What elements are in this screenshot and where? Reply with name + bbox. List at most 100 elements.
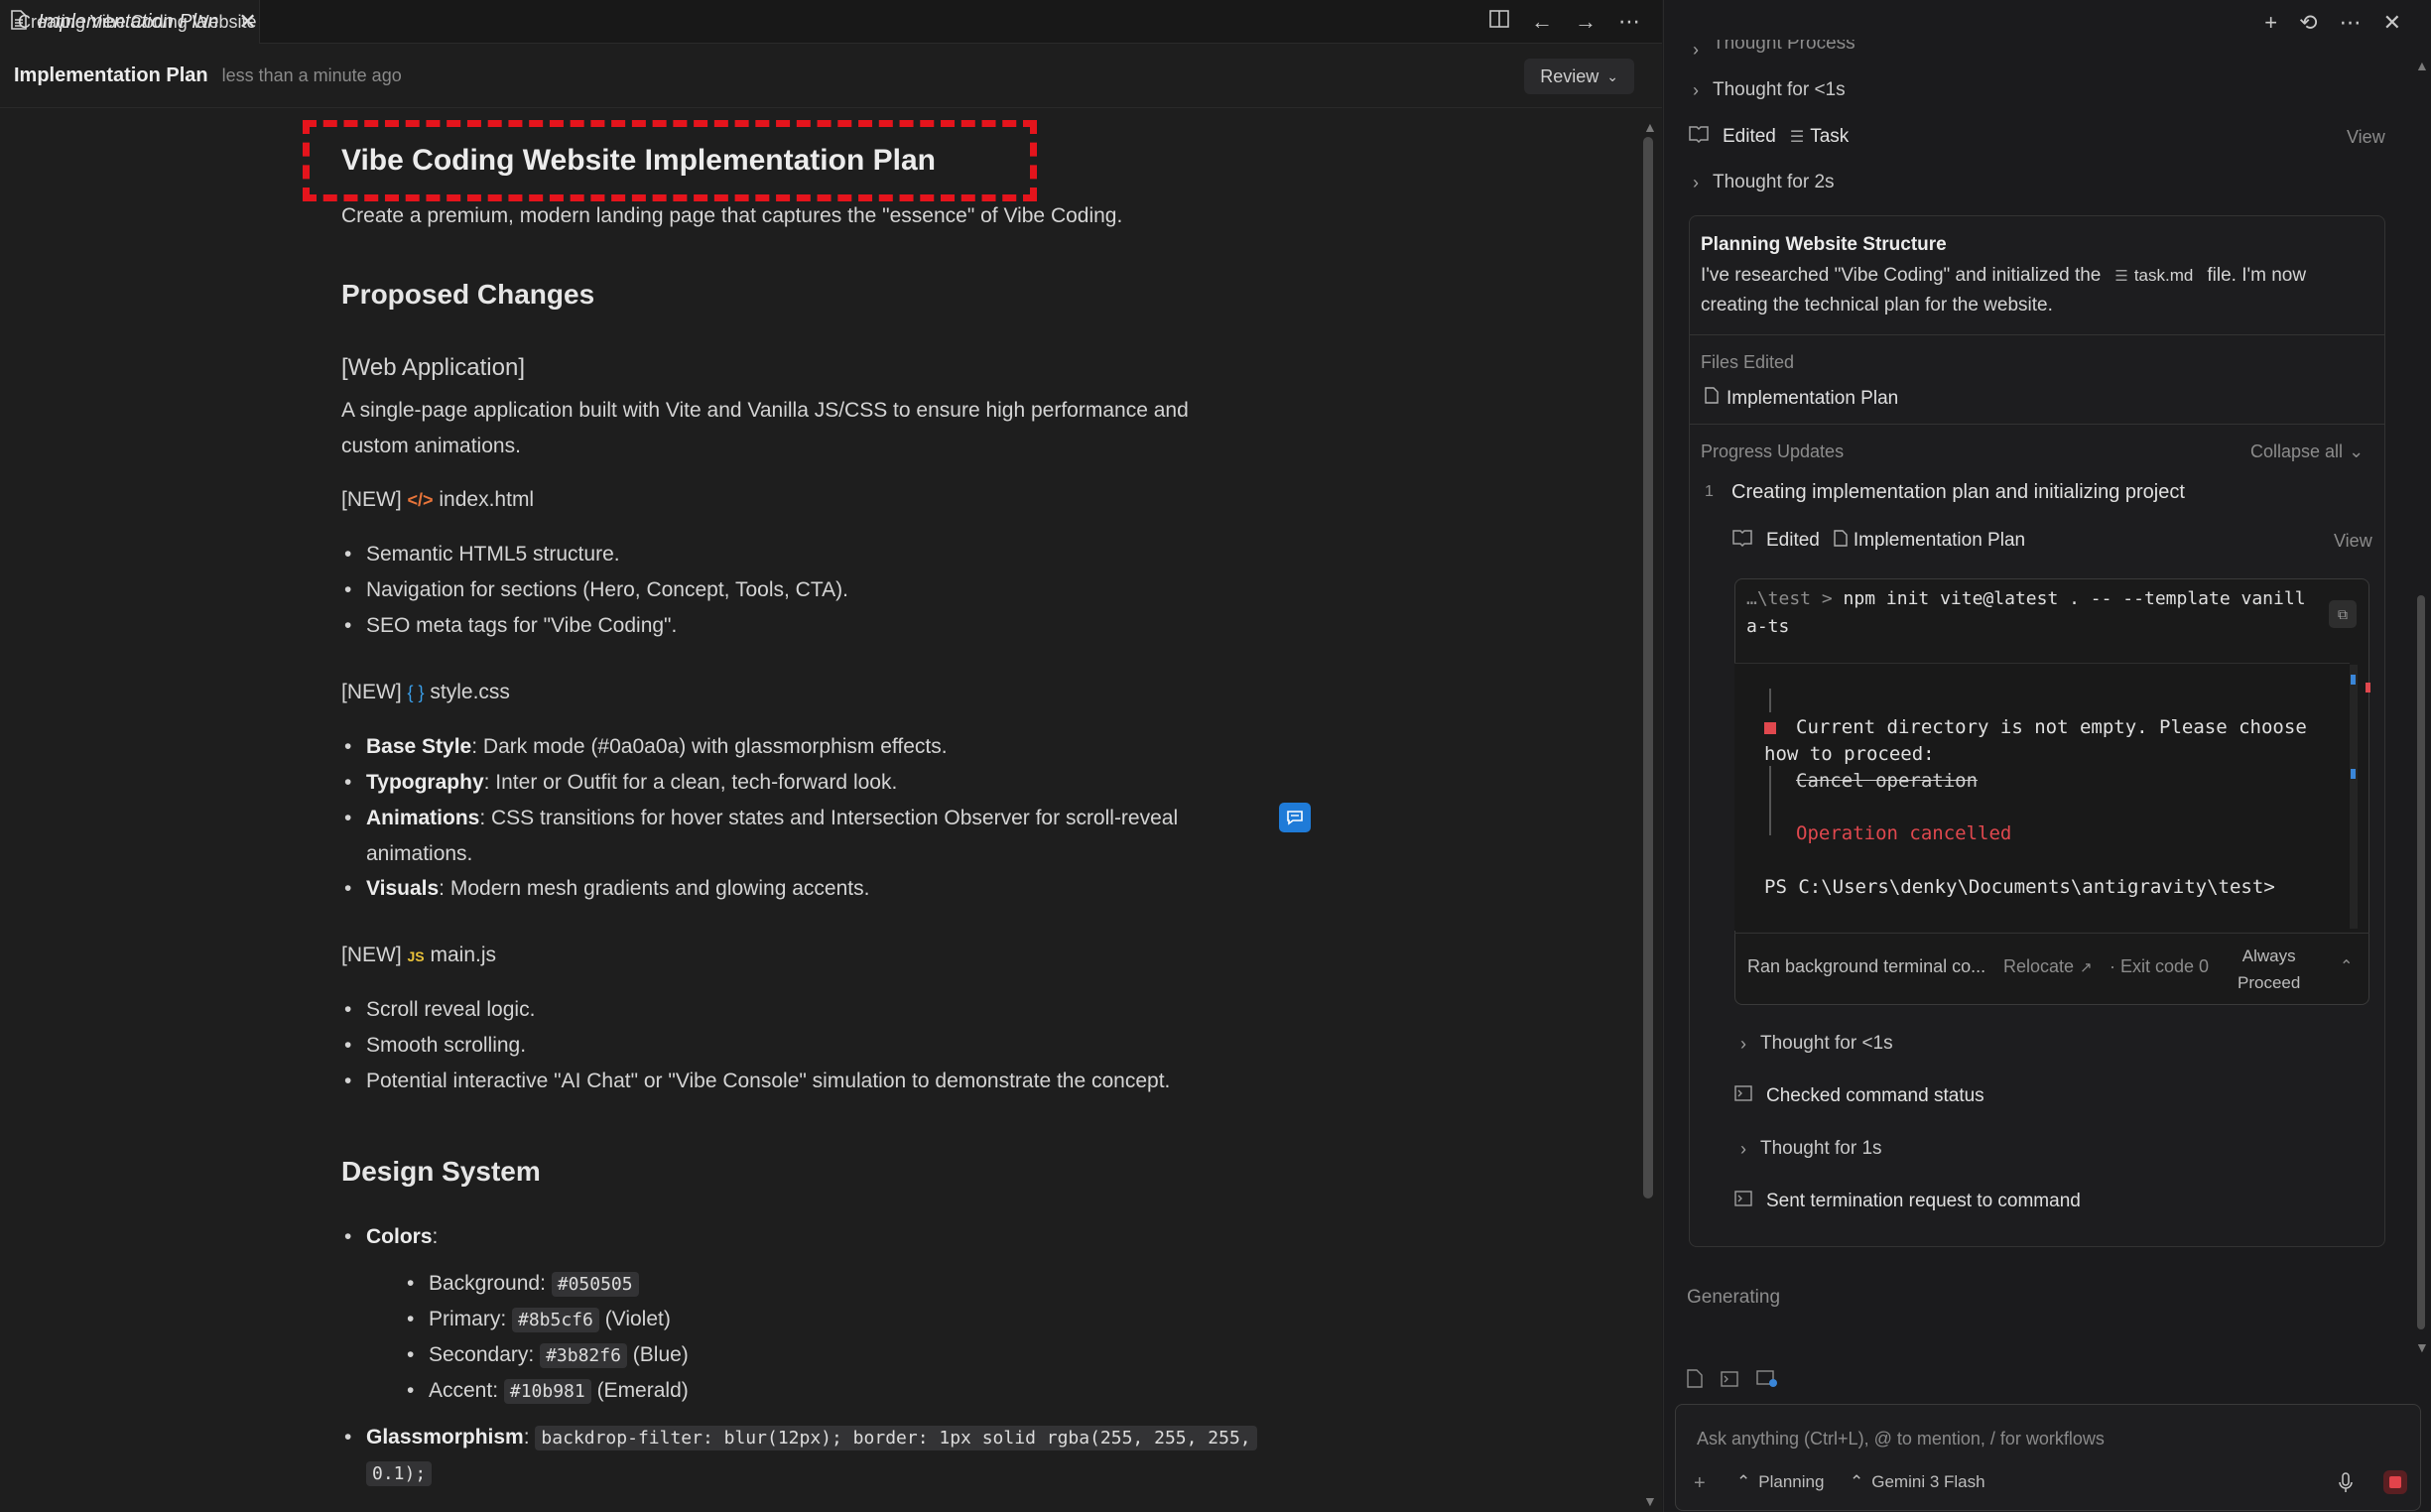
file-link-main-js[interactable]: main.js	[430, 944, 496, 966]
checked-status-row[interactable]: Checked command status	[1734, 1085, 1984, 1107]
panel-scrollbar[interactable]	[2417, 595, 2425, 1329]
thought-row[interactable]: › Thought for <1s	[1740, 1033, 1893, 1055]
file-entry-main-js: [NEW] JS main.js	[341, 938, 496, 974]
thought-row[interactable]: › Thought for <1s	[1693, 79, 1846, 101]
file-icon[interactable]	[1687, 1369, 1703, 1394]
thought-process-row[interactable]: › Thought Process	[1693, 40, 1855, 60]
list-item: Animations: CSS transitions for hover st…	[344, 801, 1178, 836]
plus-icon[interactable]: +	[2264, 10, 2277, 36]
more-icon[interactable]: ⋯	[2340, 10, 2362, 36]
stop-button[interactable]	[2383, 1470, 2407, 1494]
add-context-button[interactable]: +	[1694, 1472, 1706, 1495]
terminal-ps-prompt: PS C:\Users\denky\Documents\antigravity\…	[1764, 876, 2275, 898]
chevron-up-icon[interactable]: ⌃	[2340, 956, 2353, 976]
relocate-link[interactable]: Relocate ↗	[2003, 956, 2093, 977]
item-bold: Animations	[366, 807, 480, 829]
list-icon: ☰	[2114, 268, 2128, 285]
color-label: Accent:	[429, 1379, 504, 1402]
page-title: Vibe Coding Website Implementation Plan	[341, 144, 936, 177]
task-label: Task	[1810, 126, 1850, 147]
item-text: : Inter or Outfit for a clean, tech-forw…	[483, 771, 898, 794]
terminal-icon	[1734, 1191, 1752, 1212]
scroll-up-icon[interactable]: ▲	[2415, 58, 2429, 73]
terminal-icon[interactable]	[1721, 1370, 1738, 1393]
scroll-down-icon[interactable]: ▼	[1643, 1493, 1657, 1509]
document-timestamp: less than a minute ago	[221, 65, 402, 85]
chevron-right-icon: ›	[1740, 1138, 1746, 1159]
microphone-icon[interactable]	[2338, 1472, 2354, 1494]
chevron-down-icon: ⌄	[2349, 441, 2365, 461]
file-impl-link[interactable]: Implementation Plan	[1705, 387, 1898, 410]
item-bold: Typography	[366, 771, 484, 794]
list-item: Base Style: Dark mode (#0a0a0a) with gla…	[344, 729, 948, 765]
scroll-up-icon[interactable]: ▲	[1643, 119, 1657, 135]
chevron-right-icon: ›	[1693, 79, 1699, 100]
task-md-link[interactable]: task.md	[2134, 266, 2194, 286]
proceed-label: Proceed	[2238, 973, 2301, 992]
terminal-icon	[1734, 1085, 1752, 1107]
file-link-index-html[interactable]: index.html	[439, 488, 534, 511]
glass-code-line1: backdrop-filter: blur(12px); border: 1px…	[535, 1426, 1257, 1450]
comment-icon[interactable]	[1279, 803, 1311, 832]
always-label: Always	[2241, 946, 2296, 965]
list-item: Navigation for sections (Hero, Concept, …	[344, 572, 848, 608]
copy-icon[interactable]: ⧉	[2329, 600, 2357, 628]
forward-arrow-icon[interactable]: →	[1575, 9, 1597, 35]
heading-proposed-changes: Proposed Changes	[341, 279, 595, 310]
model-selector[interactable]: ⌃ Gemini 3 Flash	[1850, 1472, 1985, 1492]
mode-selector[interactable]: ⌃ Planning	[1736, 1472, 1824, 1492]
scroll-down-icon[interactable]: ▼	[2415, 1339, 2429, 1355]
color-code: #10b981	[503, 1379, 591, 1404]
file-entry-index-html: [NEW] </> index.html	[341, 482, 534, 518]
plus-icon: +	[1694, 1472, 1706, 1494]
sent-termination-row[interactable]: Sent termination request to command	[1734, 1191, 2081, 1212]
list-item: Smooth scrolling.	[344, 1028, 526, 1064]
external-link-icon: ↗	[2080, 958, 2093, 976]
color-item-secondary: Secondary: #3b82f6 (Blue)	[407, 1337, 689, 1374]
web-app-desc-line2: custom animations.	[341, 435, 521, 457]
chat-input[interactable]: Ask anything (Ctrl+L), @ to mention, / f…	[1697, 1429, 2105, 1449]
collapse-all-label: Collapse all	[2250, 441, 2344, 461]
chevron-right-icon: ›	[1740, 1033, 1746, 1054]
thought-row[interactable]: › Thought for 1s	[1740, 1138, 1882, 1160]
heading-design-system: Design System	[341, 1156, 541, 1187]
list-item: Typography: Inter or Outfit for a clean,…	[344, 765, 898, 801]
scroll-marker	[2351, 675, 2356, 685]
review-button[interactable]: Review ⌄	[1524, 59, 1634, 94]
edited-impl-row[interactable]: Edited Implementation Plan	[1732, 529, 2025, 553]
split-editor-icon[interactable]	[1489, 9, 1509, 35]
progress-updates-label: Progress Updates	[1701, 441, 1845, 461]
chat-input-box[interactable]	[1675, 1404, 2421, 1511]
thought-process-label: Thought Process	[1713, 40, 1855, 54]
file-impl-label: Implementation Plan	[1727, 387, 1899, 409]
item-text: : Modern mesh gradients and glowing acce…	[439, 877, 870, 900]
ran-bg-label: Ran background terminal co...	[1747, 956, 1986, 976]
view-link[interactable]: View	[2347, 127, 2385, 148]
more-icon[interactable]: ⋯	[1618, 9, 1640, 35]
review-label: Review	[1540, 65, 1599, 86]
terminal-scrollbar[interactable]	[2350, 665, 2358, 929]
always-proceed-button[interactable]: Always Proceed	[2238, 943, 2300, 996]
list-item-colors: Colors:	[344, 1219, 438, 1255]
file-link-style-css[interactable]: style.css	[430, 681, 510, 703]
browser-icon[interactable]	[1756, 1369, 1778, 1394]
chevron-up-icon: ⌃	[1736, 1472, 1751, 1491]
divider	[1689, 334, 2385, 335]
close-icon[interactable]: ✕	[2383, 10, 2401, 36]
glass-code-continuation: 0.1);	[366, 1455, 433, 1492]
editor-scrollbar[interactable]	[1643, 137, 1653, 1198]
chevron-right-icon: ›	[1693, 40, 1699, 60]
planning-title: Planning Website Structure	[1701, 234, 1947, 255]
planning-text-part1: I've researched "Vibe Coding" and initia…	[1701, 265, 2102, 286]
back-arrow-icon[interactable]: ←	[1531, 9, 1553, 35]
item-bold: Colors	[366, 1225, 433, 1248]
collapse-all-button[interactable]: Collapse all ⌄	[2250, 441, 2364, 462]
file-entry-style-css: [NEW] { } style.css	[341, 675, 510, 710]
edited-task-row[interactable]: Edited ☰ Task	[1689, 125, 1849, 149]
view-link[interactable]: View	[2334, 531, 2372, 552]
item-bold: Glassmorphism	[366, 1426, 524, 1449]
chevron-right-icon: ›	[1693, 172, 1699, 192]
thought-row[interactable]: › Thought for 2s	[1693, 172, 1835, 193]
step-title: Creating implementation plan and initial…	[1731, 481, 2185, 503]
history-icon[interactable]: ⟲	[2299, 10, 2317, 36]
